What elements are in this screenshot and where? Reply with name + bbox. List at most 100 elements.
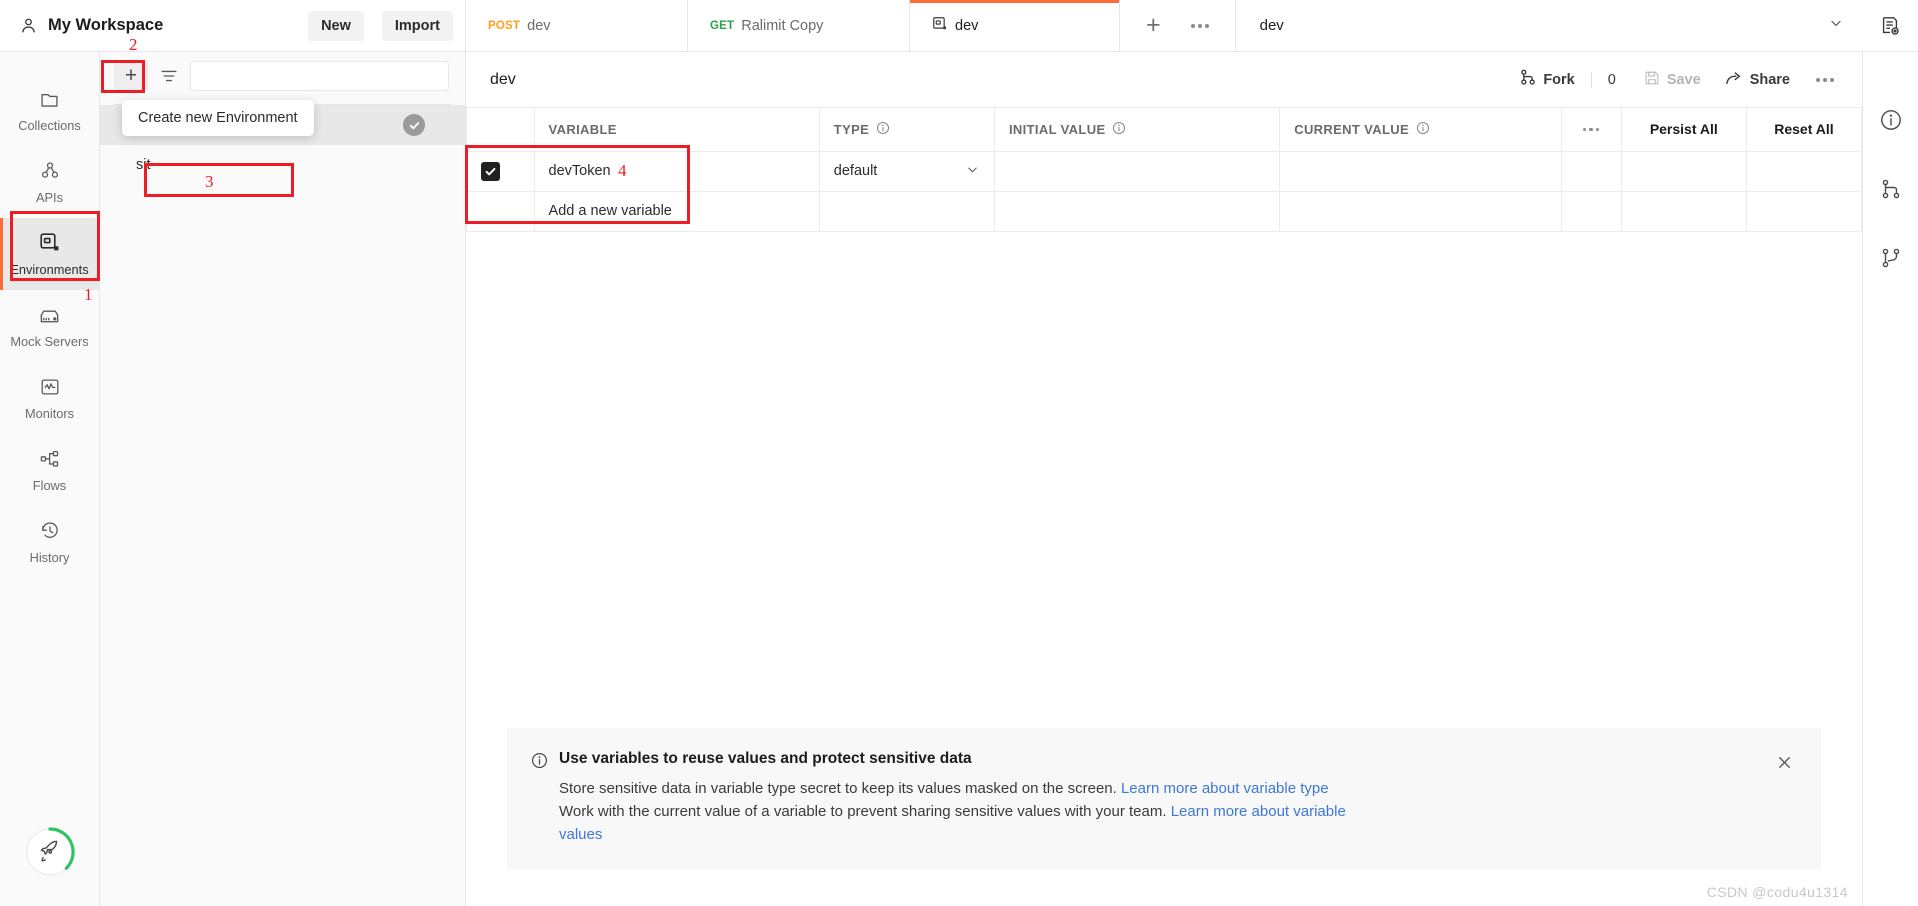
filter-icon[interactable] [156, 63, 182, 89]
share-button[interactable]: Share [1713, 64, 1802, 96]
environment-sit[interactable]: sit [100, 145, 465, 185]
environment-name: sit [136, 157, 151, 173]
current-value-cell[interactable] [1279, 150, 1562, 192]
new-button[interactable]: New [308, 10, 364, 41]
variables-info-banner: Use variables to reuse values and protec… [507, 728, 1821, 870]
banner-line-1-text: Store sensitive data in variable type se… [559, 780, 1121, 797]
flows-icon [38, 447, 62, 471]
info-icon[interactable] [1416, 121, 1430, 138]
sidebar-item-history[interactable]: History [0, 506, 100, 578]
column-initial-value-label: INITIAL VALUE [1008, 121, 1106, 137]
sidebar-item-apis[interactable]: APIs [0, 146, 100, 218]
banner-line-2-text: Work with the current value of a variabl… [559, 803, 1171, 820]
top-bar: My Workspace New Import POST dev GET Ral… [0, 0, 1918, 52]
row-reset-cell [1745, 150, 1863, 192]
save-label: Save [1666, 71, 1701, 88]
environment-more-icon[interactable] [1802, 72, 1848, 88]
new-row-type-cell[interactable] [818, 190, 995, 232]
variable-values-link-cont[interactable]: values [559, 826, 602, 843]
app-body: Collections APIs Environments Mock Serve… [0, 52, 1918, 906]
banner-body: Use variables to reuse values and protec… [553, 750, 1771, 846]
table-more-options-icon[interactable] [1560, 108, 1622, 152]
variables-table: VARIABLE TYPE INITIAL VALUE CURRENT VALU… [466, 108, 1863, 232]
save-button[interactable]: Save [1632, 64, 1713, 96]
info-icon[interactable] [1112, 121, 1126, 138]
close-icon[interactable] [1771, 750, 1797, 777]
create-environment-button[interactable]: + [114, 61, 148, 91]
variable-type-cell[interactable]: default [818, 150, 995, 192]
environment-quick-look-icon[interactable] [1862, 0, 1918, 51]
sidebar-toolbar: + [100, 52, 465, 100]
tab-label: dev [955, 17, 979, 34]
sidebar-item-label: History [29, 550, 70, 565]
info-circle-icon [531, 750, 553, 774]
fork-icon[interactable] [1879, 177, 1903, 206]
info-icon[interactable] [876, 121, 890, 138]
workspace-title: My Workspace [48, 16, 164, 34]
environments-sidebar: + dev sit Create ne [100, 52, 466, 906]
sidebar-item-collections[interactable]: Collections [0, 74, 100, 146]
mock-servers-icon [38, 303, 62, 327]
page-title: dev [490, 70, 516, 88]
sidebar-item-environments[interactable]: Environments [0, 218, 100, 290]
fork-count: 0 [1590, 71, 1632, 88]
sidebar-item-monitors[interactable]: Monitors [0, 362, 100, 434]
environment-selector-value: dev [1259, 17, 1284, 34]
table-row-new[interactable]: Add a new variable [466, 190, 1863, 232]
rocket-icon[interactable] [24, 826, 76, 878]
new-row-initial-cell[interactable] [993, 190, 1281, 232]
persist-all-button[interactable]: Persist All [1620, 108, 1747, 152]
banner-line-1: Store sensitive data in variable type se… [559, 777, 1771, 800]
fork-button[interactable]: Fork [1508, 63, 1586, 96]
workspace-bar: My Workspace New Import [0, 0, 466, 51]
banner-title: Use variables to reuse values and protec… [559, 750, 972, 767]
new-tab-button[interactable]: + [1146, 13, 1161, 38]
table-header-row: VARIABLE TYPE INITIAL VALUE CURRENT VALU… [466, 108, 1863, 152]
new-row-current-cell[interactable] [1279, 190, 1562, 232]
variable-values-link[interactable]: Learn more about variable [1171, 803, 1346, 820]
row-checkbox[interactable] [481, 161, 500, 181]
apis-icon [38, 159, 62, 183]
sidebar-item-label: Monitors [24, 406, 75, 421]
banner-line-2: Work with the current value of a variabl… [559, 800, 1771, 823]
tab-environment-dev[interactable]: dev [910, 0, 1120, 51]
history-icon [38, 519, 62, 543]
watermark: CSDN @codu4u1314 [1706, 884, 1848, 900]
variable-name-cell[interactable]: devToken [533, 150, 820, 192]
fork-label: Fork [1543, 71, 1575, 88]
create-environment-tooltip: Create new Environment [122, 100, 314, 136]
column-type-label: TYPE [833, 121, 870, 137]
search-input[interactable] [190, 61, 449, 91]
add-new-variable-input[interactable]: Add a new variable [533, 190, 820, 232]
tab-label: Ralimit Copy [741, 17, 824, 34]
tab-method-get: GET [710, 19, 735, 32]
header-actions: Fork 0 Save Share [1508, 63, 1862, 96]
import-button[interactable]: Import [381, 10, 453, 41]
active-environment-check-icon[interactable] [403, 114, 425, 136]
column-type: TYPE [818, 108, 995, 152]
tab-post-dev[interactable]: POST dev [466, 0, 688, 51]
variable-type-link[interactable]: Learn more about variable type [1121, 780, 1329, 797]
right-rail [1862, 52, 1918, 906]
info-icon[interactable] [1879, 108, 1903, 137]
environments-icon [38, 231, 62, 255]
save-icon [1644, 70, 1660, 90]
environment-header: dev Fork 0 Save Share [466, 52, 1862, 108]
column-current-value-label: CURRENT VALUE [1294, 121, 1410, 137]
environment-editor: dev Fork 0 Save Share VARIABLE TYPE INIT… [466, 52, 1863, 906]
branch-icon[interactable] [1879, 246, 1903, 275]
user-icon [18, 16, 38, 36]
monitors-icon [38, 375, 62, 399]
collections-icon [38, 87, 62, 111]
reset-all-button[interactable]: Reset All [1745, 108, 1863, 152]
variable-type-value: default [833, 163, 878, 179]
sidebar-item-flows[interactable]: Flows [0, 434, 100, 506]
table-row[interactable]: devToken default [466, 150, 1863, 192]
new-row-reset-cell [1745, 190, 1863, 232]
initial-value-cell[interactable] [993, 150, 1281, 192]
tab-more-icon[interactable] [1190, 23, 1209, 28]
column-variable-label: VARIABLE [548, 121, 617, 137]
tab-get-ralimit-copy[interactable]: GET Ralimit Copy [688, 0, 910, 51]
sidebar-item-mock-servers[interactable]: Mock Servers [0, 290, 100, 362]
environment-selector[interactable]: dev [1236, 0, 1862, 51]
